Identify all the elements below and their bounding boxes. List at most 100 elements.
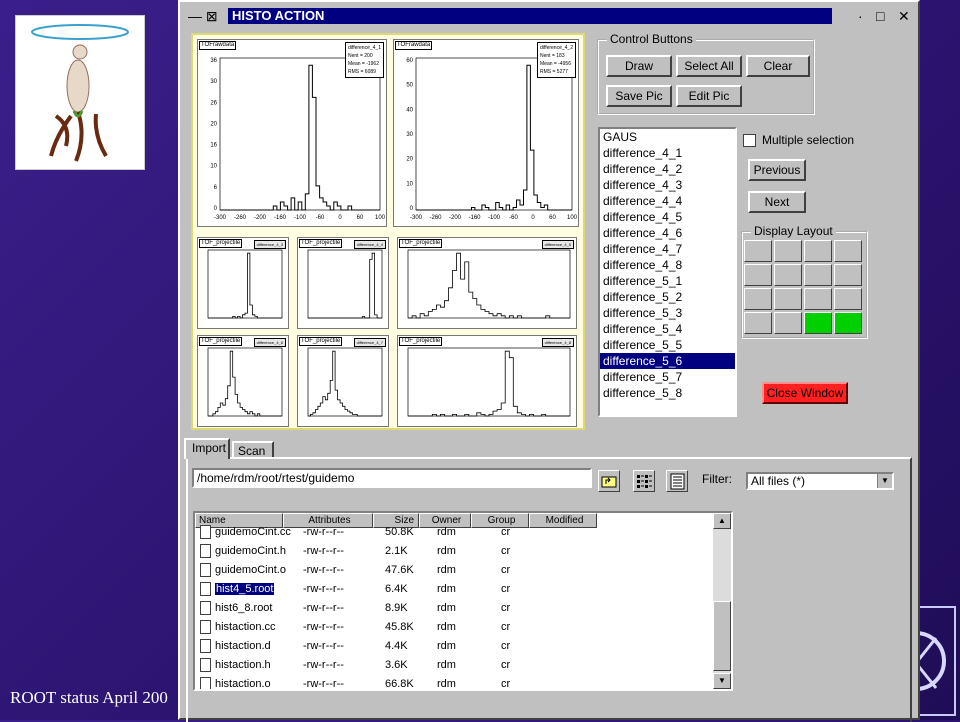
layout-cell[interactable]	[774, 264, 802, 286]
save-pic-button[interactable]: Save Pic	[606, 85, 672, 107]
histogram-pad[interactable]: TOF_projectile difference_4_6	[197, 335, 289, 427]
y-tick-label: 20	[210, 121, 217, 127]
histogram-list-item[interactable]: difference_5_2	[600, 289, 735, 305]
minimize-icon[interactable]: ·	[858, 8, 863, 24]
histogram-list-item[interactable]: difference_5_1	[600, 273, 735, 289]
layout-cell[interactable]	[834, 264, 862, 286]
file-group: cr	[501, 659, 511, 671]
histogram-list-item[interactable]: difference_4_2	[600, 161, 735, 177]
histogram-list-item[interactable]: difference_4_7	[600, 241, 735, 257]
histogram-pad[interactable]: TOF_projectile difference_4_5	[397, 237, 577, 329]
layout-cell[interactable]	[804, 264, 832, 286]
clear-button[interactable]: Clear	[746, 55, 810, 77]
stats-line: difference_4_1	[348, 45, 381, 51]
histogram-canvas[interactable]: -300 -260 -200 -160 -100 -60 0 60 100 36 30 26 20 16 1…	[191, 33, 585, 430]
stats-line: RMS = 5277	[540, 69, 568, 75]
list-view-icon[interactable]	[633, 470, 655, 492]
layout-cell[interactable]	[744, 240, 772, 262]
histogram-list-item[interactable]: difference_4_1	[600, 145, 735, 161]
y-tick-label: 40	[406, 107, 413, 113]
layout-cell[interactable]	[804, 288, 832, 310]
histogram-title-tag: TOF_projectile	[299, 337, 343, 346]
title-bar[interactable]: — ⊠ HISTO ACTION · □ ✕	[182, 5, 916, 27]
histogram-list-item[interactable]: difference_4_6	[600, 225, 735, 241]
file-owner: rdm	[437, 659, 456, 671]
histogram-pad[interactable]: -300 -260 -200 -160 -100 -60 0 60 100 36 30 26 20 16 1…	[197, 39, 387, 227]
maximize-icon[interactable]: □	[876, 8, 884, 24]
layout-cell[interactable]	[834, 240, 862, 262]
file-row[interactable]: histaction.h -rw-r--r-- 3.6K rdm cr	[195, 656, 713, 675]
scroll-thumb[interactable]	[713, 601, 731, 671]
histogram-list-item[interactable]: difference_4_8	[600, 257, 735, 273]
multiple-selection-checkbox[interactable]: Multiple selection	[743, 133, 854, 148]
directory-path-field[interactable]: /home/rdm/root/rtest/guidemo	[192, 468, 592, 488]
layout-cell[interactable]	[774, 312, 802, 334]
histogram-pad[interactable]: TOF_projectile difference_4_4	[297, 237, 389, 329]
close-window-button[interactable]: Close Window	[762, 382, 848, 404]
histogram-list-item[interactable]: difference_5_5	[600, 337, 735, 353]
scroll-down-icon[interactable]: ▼	[713, 673, 731, 689]
previous-button[interactable]: Previous	[748, 159, 806, 181]
layout-cell[interactable]	[804, 240, 832, 262]
file-row[interactable]: guidemoCint.cc -rw-r--r-- 50.8K rdm cr	[195, 523, 713, 542]
layout-cell[interactable]	[834, 312, 862, 334]
histogram-list-item[interactable]: difference_4_4	[600, 193, 735, 209]
scroll-up-icon[interactable]: ▲	[713, 513, 731, 529]
file-size: 8.9K	[385, 602, 408, 614]
x-tick-label: 100	[567, 215, 578, 221]
select-all-button[interactable]: Select All	[676, 55, 742, 77]
details-view-icon[interactable]	[666, 470, 688, 492]
histogram-list-item[interactable]: difference_5_6	[600, 353, 735, 369]
layout-cell[interactable]	[744, 312, 772, 334]
file-name: guidemoCint.h	[215, 545, 286, 557]
layout-cell[interactable]	[804, 312, 832, 334]
file-size: 45.8K	[385, 621, 414, 633]
histogram-list-item[interactable]: difference_5_8	[600, 385, 735, 401]
histogram-list-item[interactable]: difference_4_3	[600, 177, 735, 193]
layout-cell[interactable]	[744, 288, 772, 310]
plot-frame	[207, 249, 283, 319]
layout-cell[interactable]	[774, 288, 802, 310]
histogram-title-tag: TOF_projectile	[199, 337, 243, 346]
histogram-pad[interactable]: -300 -260 -200 -160 -100 -60 0 60 100 60 50 40 30 20 1…	[393, 39, 579, 227]
file-row[interactable]: histaction.d -rw-r--r-- 4.4K rdm cr	[195, 637, 713, 656]
file-row[interactable]: histaction.o -rw-r--r-- 66.8K rdm cr	[195, 675, 713, 689]
close-icon[interactable]: ✕	[898, 8, 910, 24]
parent-directory-button[interactable]	[598, 470, 620, 492]
histogram-pad[interactable]: TOF_projectile difference_4_7	[297, 335, 389, 427]
file-row[interactable]: histaction.cc -rw-r--r-- 45.8K rdm cr	[195, 618, 713, 637]
file-filter-dropdown[interactable]: All files (*) ▼	[746, 472, 894, 490]
histogram-list-item[interactable]: difference_5_7	[600, 369, 735, 385]
file-list-scrollbar[interactable]: ▲ ▼	[713, 513, 731, 689]
stats-line: difference_4_8	[544, 340, 571, 345]
layout-cell[interactable]	[744, 264, 772, 286]
histogram-pad[interactable]: TOF_projectile difference_4_8	[397, 335, 577, 427]
file-owner: rdm	[437, 526, 456, 538]
histogram-list-item[interactable]: difference_5_4	[600, 321, 735, 337]
histogram-line	[408, 252, 570, 319]
checkbox-box[interactable]	[743, 134, 756, 148]
control-buttons-title: Control Buttons	[607, 32, 696, 46]
x-tick-label: -300	[410, 215, 423, 221]
next-button[interactable]: Next	[748, 191, 806, 213]
layout-cell[interactable]	[774, 240, 802, 262]
chevron-down-icon[interactable]: ▼	[877, 474, 892, 488]
file-size: 50.8K	[385, 526, 414, 538]
draw-button[interactable]: Draw	[606, 55, 672, 77]
window-menu-icon[interactable]: — ⊠	[188, 8, 218, 24]
file-row[interactable]: hist6_8.root -rw-r--r-- 8.9K rdm cr	[195, 599, 713, 618]
stats-box: difference_4_6	[253, 338, 286, 347]
file-row[interactable]: guidemoCint.o -rw-r--r-- 47.6K rdm cr	[195, 561, 713, 580]
x-tick-label: -160	[274, 215, 287, 221]
histogram-list-item[interactable]: difference_4_5	[600, 209, 735, 225]
layout-cell[interactable]	[834, 288, 862, 310]
file-row[interactable]: hist4_5.root -rw-r--r-- 6.4K rdm cr	[195, 580, 713, 599]
file-list[interactable]: Name Attributes Size Owner Group Modifie…	[193, 511, 733, 691]
histogram-pad[interactable]: TOF_projectile difference_4_3	[197, 237, 289, 329]
histogram-list-item[interactable]: difference_5_3	[600, 305, 735, 321]
histogram-list[interactable]: GAUS difference_4_1 difference_4_2 differen…	[598, 127, 737, 417]
file-row[interactable]: guidemoCint.h -rw-r--r-- 2.1K rdm cr	[195, 542, 713, 561]
tab-import[interactable]: Import	[184, 438, 230, 459]
histogram-list-item[interactable]: GAUS	[600, 129, 735, 145]
edit-pic-button[interactable]: Edit Pic	[676, 85, 742, 107]
